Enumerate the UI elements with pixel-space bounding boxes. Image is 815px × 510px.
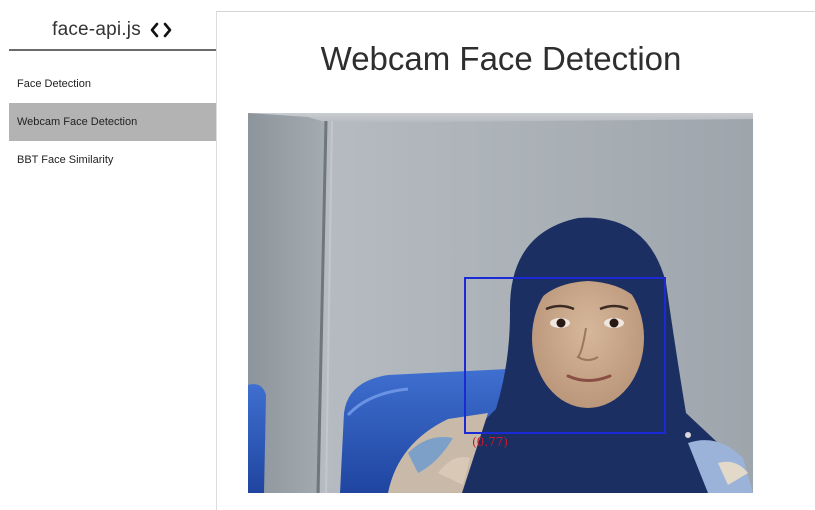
detection-score-label: (0.77)	[472, 435, 509, 449]
webcam-video: (0.77)	[248, 113, 753, 493]
sidebar-item-webcam-face-detection[interactable]: Webcam Face Detection	[9, 103, 216, 141]
face-detection-box	[464, 277, 666, 434]
sidebar-item-label: BBT Face Similarity	[17, 154, 114, 166]
page-title: Webcam Face Detection	[320, 40, 682, 77]
top-divider	[216, 11, 815, 12]
code-brackets-icon[interactable]	[149, 21, 173, 39]
sidebar-item-face-detection[interactable]: Face Detection	[9, 65, 216, 103]
sidebar-item-label: Webcam Face Detection	[17, 116, 138, 128]
app-page: face-api.js Face Detection Webcam Face D…	[0, 0, 815, 510]
sidebar-nav: Face Detection Webcam Face Detection BBT…	[9, 65, 216, 179]
sidebar: face-api.js Face Detection Webcam Face D…	[9, 11, 217, 510]
sidebar-item-label: Face Detection	[17, 78, 91, 90]
brand-title[interactable]: face-api.js	[52, 19, 141, 41]
sidebar-item-bbt-face-similarity[interactable]: BBT Face Similarity	[9, 141, 216, 179]
sidebar-header: face-api.js	[9, 11, 216, 51]
